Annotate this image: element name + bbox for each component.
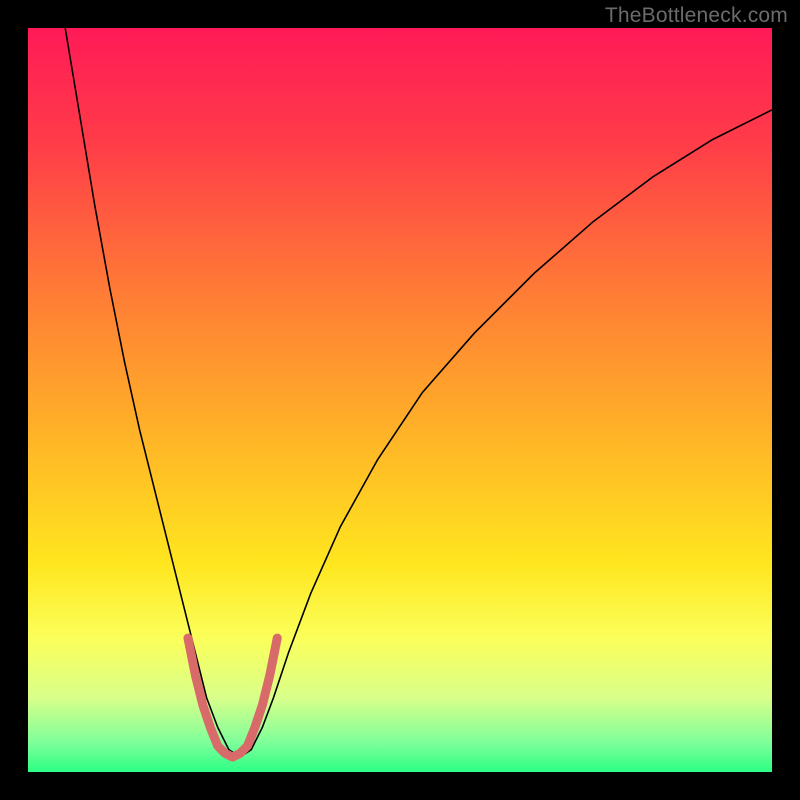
bottleneck-chart bbox=[28, 28, 772, 772]
watermark-text: TheBottleneck.com bbox=[605, 4, 788, 28]
gradient-background bbox=[28, 28, 772, 772]
chart-frame bbox=[28, 28, 772, 772]
